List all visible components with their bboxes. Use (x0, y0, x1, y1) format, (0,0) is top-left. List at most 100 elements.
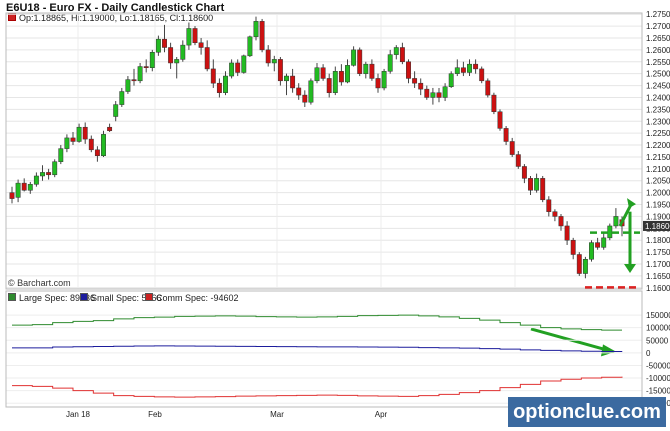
candle-body (515, 154, 521, 167)
cot-trend-arrow-shaft (530, 327, 609, 352)
price-axis: 1.27500 1.27000 1.26500 1.26000 1.25500 1.250… (643, 10, 670, 293)
candle-body (467, 63, 472, 73)
barchart-credit: © Barchart.com (8, 278, 71, 288)
candle-body (137, 66, 143, 82)
candle-body (174, 59, 180, 64)
price-tick-label: 1.18000 (646, 236, 670, 245)
candle-body (460, 67, 466, 73)
candle-body (64, 137, 70, 149)
cot-tick-label: 150000 (646, 311, 670, 320)
candle-body (595, 242, 601, 248)
candle-body (607, 225, 613, 239)
candle-body (582, 259, 588, 274)
candle-body (88, 138, 94, 151)
candle-body (216, 82, 222, 93)
price-tick-label: 1.26000 (646, 46, 670, 55)
cot-axis: 150000100000500000-50000-100000-150000-2… (646, 311, 670, 408)
candle-body (107, 126, 113, 132)
price-tick-label: 1.22500 (646, 129, 670, 138)
candle-body (613, 216, 619, 227)
price-tick-label: 1.23000 (646, 117, 670, 126)
candle-body (338, 71, 344, 83)
price-tick-label: 1.16500 (646, 272, 670, 281)
candle-body (241, 55, 247, 73)
candle-body (375, 78, 381, 89)
price-tick-label: 1.24500 (646, 82, 670, 91)
candle-body (503, 128, 509, 142)
candle-body (27, 184, 33, 191)
price-tick-label: 1.25000 (646, 70, 670, 79)
price-tick-label: 1.20000 (646, 189, 670, 198)
candle-body (15, 182, 21, 198)
candle-body (552, 211, 558, 217)
candle-body (521, 166, 527, 179)
candle-body (52, 161, 58, 176)
cot-trend-arrow-head (601, 344, 616, 357)
candle-body (131, 79, 137, 82)
candle-body (204, 47, 210, 70)
candle-body (168, 47, 174, 64)
candle-body (393, 47, 399, 55)
candle-body (155, 38, 161, 53)
candle-body (473, 63, 479, 70)
candle-body (101, 134, 106, 157)
date-tick-label: Jan 18 (66, 410, 91, 419)
price-tick-label: 1.19500 (646, 201, 670, 210)
candle-body (149, 52, 155, 68)
candle-body (387, 54, 393, 72)
candle-body (58, 148, 64, 162)
candle-body (534, 178, 540, 191)
candle-body (308, 80, 314, 103)
price-tick-label: 1.20500 (646, 177, 670, 186)
candle-body (589, 242, 594, 260)
candle-body (412, 78, 418, 84)
candle-body (540, 178, 546, 201)
candle-body (9, 192, 15, 199)
candle-body (332, 71, 338, 93)
date-tick-label: Mar (270, 410, 284, 419)
candle-body (363, 63, 369, 74)
candle-body (198, 42, 204, 48)
price-tick-label: 1.17000 (646, 260, 670, 269)
candle-body (192, 28, 198, 43)
date-axis: Jan 18FebMarAprMay (66, 410, 523, 419)
candles (9, 16, 625, 279)
candle-body (162, 38, 167, 48)
candle-body (186, 28, 192, 46)
candle-body (284, 75, 289, 82)
price-tick-label: 1.22000 (646, 141, 670, 150)
cot-line-small-spec (12, 345, 623, 352)
price-tick-label: 1.19000 (646, 212, 670, 221)
candle-body (259, 21, 265, 51)
candle-body (491, 94, 497, 112)
candle-body (70, 137, 76, 142)
candle-body (143, 66, 149, 68)
candle-body (509, 141, 515, 155)
date-tick-label: Apr (375, 410, 388, 419)
candle-body (357, 49, 363, 74)
candle-body (436, 92, 442, 98)
candle-body (570, 239, 576, 255)
candle-body (442, 86, 448, 98)
candle-body (296, 87, 302, 96)
candle-body (576, 254, 582, 274)
candle-body (229, 62, 235, 77)
price-tick-label: 1.21000 (646, 165, 670, 174)
candle-body (290, 75, 296, 89)
candle-body (528, 178, 533, 191)
candle-body (119, 91, 125, 105)
candle-body (448, 73, 454, 88)
candle-body (558, 216, 564, 227)
candle-body (21, 182, 27, 191)
cot-tick-label: -150000 (646, 387, 670, 396)
candle-body (424, 88, 430, 98)
legend-comm-spec: Comm Spec: -94602 (145, 293, 239, 303)
price-tick-label: 1.23500 (646, 105, 670, 114)
cot-line-comm-spec (12, 376, 623, 398)
candle-body (82, 126, 88, 140)
candle-body (369, 63, 375, 79)
candle-body (485, 80, 491, 96)
legend-swatch-small (80, 293, 88, 301)
chart-canvas: 1.27500 1.27000 1.26500 1.26000 1.25500 1.250… (5, 10, 670, 419)
candle-body (418, 82, 424, 90)
